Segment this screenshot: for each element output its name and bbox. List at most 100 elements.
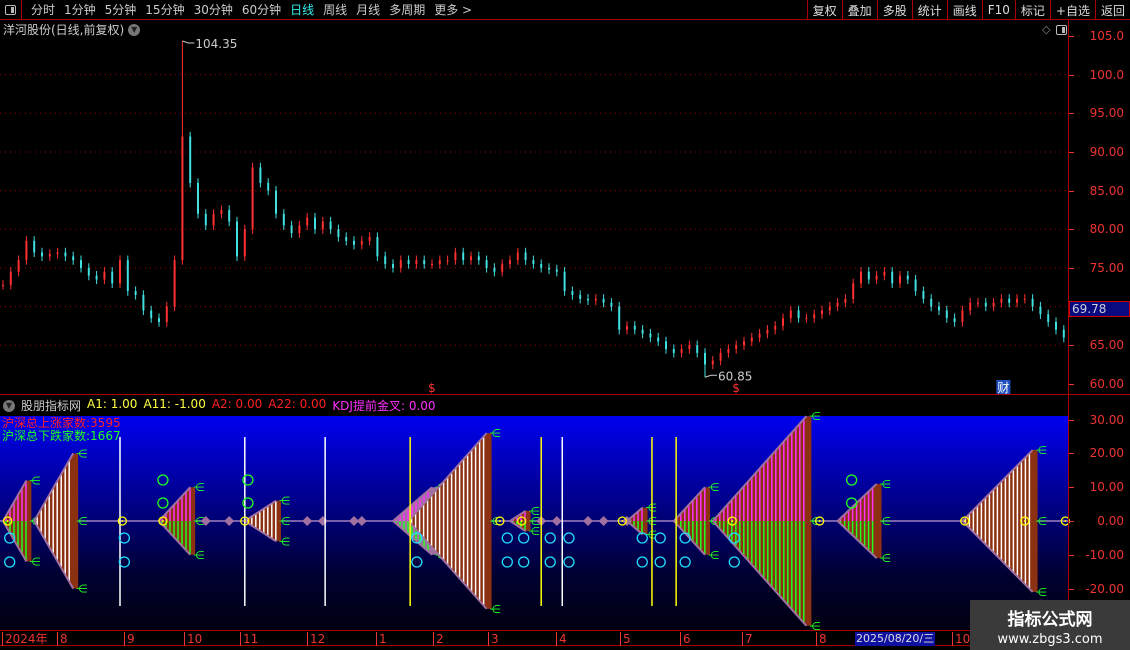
cyan-circle <box>501 532 513 544</box>
date-label: 1 <box>376 632 387 646</box>
date-label: 4 <box>556 632 567 646</box>
watermark-url: www.zbgs3.com <box>997 632 1103 647</box>
axis-tick <box>1069 487 1074 489</box>
fork-icon: ⋲ <box>646 515 657 528</box>
price-axis-label: 95.00 <box>1089 106 1124 121</box>
axis-tick <box>1069 554 1074 556</box>
fork-icon: ⋲ <box>193 481 204 494</box>
signal-dot <box>6 520 9 522</box>
fork-icon: ⋲ <box>490 427 501 440</box>
fork-icon: ⋲ <box>76 583 87 596</box>
cyan-circle <box>636 556 648 568</box>
down-count-label: 沪深总下跌家数:1667 <box>2 429 121 443</box>
diamond-marker <box>598 516 609 526</box>
fork-icon: ⋲ <box>1036 444 1047 457</box>
axis-tick <box>1069 151 1074 153</box>
date-label: 7 <box>742 632 753 646</box>
axis-tick <box>1069 190 1074 192</box>
indicator-axis-label: -20.00 <box>1085 581 1124 596</box>
axis-tick <box>1069 453 1074 455</box>
price-axis-label: 75.00 <box>1089 260 1124 275</box>
price-axis-label: 100.0 <box>1089 67 1124 82</box>
indicator-axis-label: 30.00 <box>1089 412 1124 427</box>
axis-tick <box>1069 267 1074 269</box>
watermark-title: 指标公式网 <box>1007 610 1093 630</box>
cyan-circle <box>728 556 740 568</box>
fork-icon: ⋲ <box>880 515 891 528</box>
date-label: 2024年 <box>2 632 48 646</box>
axis-tick <box>1069 36 1074 37</box>
cyan-circle <box>654 556 666 568</box>
fork-icon: ⋲ <box>646 501 657 514</box>
signal-dot <box>121 520 124 522</box>
cyan-circle <box>518 532 530 544</box>
signal-dot <box>1023 520 1026 522</box>
green-circle <box>157 497 169 509</box>
axis-tick <box>1069 229 1074 231</box>
indicator-axis-label: 0.00 <box>1097 514 1124 528</box>
fork-icon: ⋲ <box>490 603 501 616</box>
date-label: 10 <box>952 632 970 646</box>
date-label: 6 <box>680 632 691 646</box>
fork-icon: ⋲ <box>279 495 290 508</box>
cyan-circle <box>654 532 666 544</box>
cyan-circle <box>4 556 16 568</box>
fork-icon: ⋲ <box>708 481 719 494</box>
signal-dot <box>498 520 501 522</box>
cyan-circle <box>679 556 691 568</box>
date-axis: 2025/08/20/三 2024年 8 9 10 11 12 1 2 3 4 5 6 7 8 10 <box>0 630 1068 646</box>
green-circle <box>157 474 169 486</box>
indicator-axis-label: -10.00 <box>1085 547 1124 562</box>
current-price-badge: 69.78 <box>1069 301 1130 318</box>
fork-icon: ⋲ <box>880 478 891 491</box>
date-label: 12 <box>307 632 325 646</box>
axis-tick <box>1069 419 1074 421</box>
fork-icon: ⋲ <box>880 552 891 565</box>
fork-icon: ⋲ <box>76 447 87 460</box>
fork-icon: ⋲ <box>1036 586 1047 599</box>
breadth-labels: 沪深总上涨家数:3595 沪深总下跌家数:1667 <box>2 417 121 443</box>
signal-dot <box>520 520 523 522</box>
fork-icon: ⋲ <box>29 556 40 569</box>
axis-tick <box>1069 74 1074 76</box>
date-label: 3 <box>488 632 499 646</box>
fork-icon: ⋲ <box>193 549 204 562</box>
signal-dot <box>731 520 734 522</box>
axis-tick <box>1069 588 1074 590</box>
diamond-marker <box>356 516 367 526</box>
cyan-circle <box>544 556 556 568</box>
date-label: 9 <box>124 632 135 646</box>
green-circle <box>845 474 858 486</box>
diamond-marker <box>551 516 562 526</box>
cyan-circle <box>544 532 556 544</box>
fork-icon: ⋲ <box>1036 515 1047 528</box>
indicator-axis-label: 10.00 <box>1089 480 1124 495</box>
fork-icon: ⋲ <box>809 410 820 423</box>
diamond-marker <box>302 516 313 526</box>
indicator-axis-label: 20.00 <box>1089 446 1124 461</box>
price-axis-label: 80.00 <box>1089 222 1124 237</box>
cyan-circle <box>518 556 530 568</box>
price-axis-label: 90.00 <box>1089 144 1124 159</box>
price-axis-label: 105.0 <box>1089 29 1124 43</box>
signal-dot <box>818 520 821 522</box>
cyan-circle <box>118 532 130 544</box>
fork-icon: ⋲ <box>708 549 719 562</box>
signal-dot <box>1064 520 1067 522</box>
axis-separator <box>1069 394 1130 395</box>
price-axis-label: 60.00 <box>1089 376 1124 391</box>
diamond-marker <box>224 516 235 526</box>
diamond-marker <box>317 516 328 526</box>
cyan-circle <box>411 556 423 568</box>
current-date-label: 2025/08/20/三 <box>855 632 936 646</box>
indicator-canvas: ⋲⋲⋲⋲⋲⋲⋲⋲⋲⋲⋲⋲⋲⋲⋲⋲⋲⋲⋲⋲⋲⋲⋲⋲⋲⋲⋲⋲⋲⋲⋲⋲⋲⋲⋲⋲ <box>0 410 1071 633</box>
cyan-circle <box>563 532 575 544</box>
watermark: 指标公式网 www.zbgs3.com <box>970 600 1130 650</box>
fork-icon: ⋲ <box>279 535 290 548</box>
diamond-marker <box>583 516 593 526</box>
date-label: 10 <box>184 632 202 646</box>
fork-icon: ⋲ <box>279 515 290 528</box>
axis-tick <box>1069 383 1074 385</box>
date-label: 8 <box>57 632 68 646</box>
price-axis: 105.0100.095.0090.0085.0080.0075.0070.00… <box>1068 20 1130 630</box>
